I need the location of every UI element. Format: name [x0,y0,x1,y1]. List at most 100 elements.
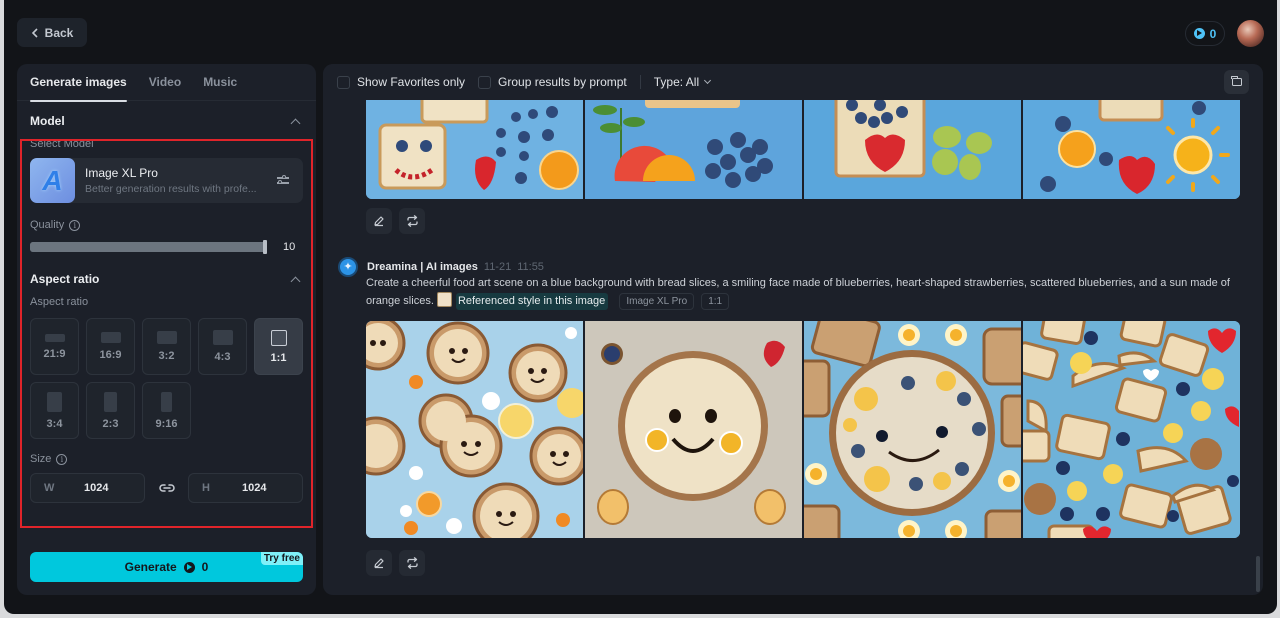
select-model-label: Select Model [30,138,94,150]
ratio-option-16-9[interactable]: 16:9 [86,318,135,375]
ratio-option-3-2[interactable]: 3:2 [142,318,191,375]
quality-label: Quality [30,219,65,231]
tab-music[interactable]: Music [203,64,237,101]
quality-slider-handle[interactable] [263,240,267,254]
group-by-prompt-toggle[interactable]: Group results by prompt [478,75,627,89]
result-image[interactable] [366,100,583,199]
results-panel: Show Favorites only Group results by pro… [323,64,1263,595]
quality-slider[interactable] [30,240,267,254]
model-section-header[interactable]: Model [17,101,316,141]
prompt-block: Create a cheerful food art scene on a bl… [366,275,1246,310]
previous-result-images [366,100,1240,199]
ratio-option-9-16[interactable]: 9:16 [142,382,191,439]
ratio-label: 9:16 [155,417,178,430]
quality-label-row: Quality i [17,219,316,231]
group-checkbox[interactable] [478,75,492,89]
ratio-label: 3:4 [46,417,63,430]
ratio-shape-icon [156,331,177,344]
ratio-shape-icon [100,332,121,343]
favorites-label: Show Favorites only [357,75,466,89]
generate-label: Generate [124,560,177,574]
repeat-icon [406,557,418,569]
quality-slider-row: 10 [17,240,316,254]
toolbar-divider [639,75,641,89]
folder-icon [1231,76,1242,86]
ratio-label: 4:3 [214,351,231,363]
reference-image-thumbnail[interactable] [436,292,452,307]
credits-count: 0 [1209,26,1217,41]
dreamina-bot-icon: ✦ [338,257,358,277]
results-scrollbar[interactable] [1256,556,1260,592]
model-description: Better generation results with profe... [85,183,257,195]
pencil-icon [374,216,384,227]
ratio-option-4-3[interactable]: 4:3 [198,318,247,375]
result-image[interactable] [1023,321,1240,538]
generation-header: ✦ Dreamina | AI images 11-21 11:55 [338,257,544,277]
credit-coin-icon [183,561,195,573]
quality-value: 10 [283,241,296,253]
ratio-label: 2:3 [102,417,119,430]
aspect-section-title: Aspect ratio [30,272,100,286]
width-value: 1024 [84,482,109,494]
info-icon[interactable]: i [56,453,68,465]
regenerate-button[interactable] [399,208,425,234]
ratio-label: 3:2 [158,350,175,362]
ratio-option-2-3[interactable]: 2:3 [86,382,135,439]
reference-style-chip[interactable]: Referenced style in this image [455,293,609,310]
ratio-option-3-4[interactable]: 3:4 [30,382,79,439]
size-inputs: W 1024 H 1024 [17,473,316,503]
height-input[interactable]: H 1024 [188,473,303,503]
aspect-ratio-label: Aspect ratio [30,296,89,308]
result-image[interactable] [804,321,1021,538]
ratio-shape-icon [212,330,233,345]
ratio-option-21-9[interactable]: 21:9 [30,318,79,375]
bot-name: Dreamina | AI images [367,261,478,273]
favorites-checkbox[interactable] [337,75,350,89]
result-image[interactable] [804,100,1021,199]
pencil-icon [374,558,384,569]
edit-prompt-button[interactable] [366,550,392,576]
credits-indicator[interactable]: 0 [1185,21,1225,46]
ratio-shape-icon [47,391,62,412]
info-icon[interactable]: i [69,219,81,231]
ratio-shape-icon [44,333,65,342]
credit-coin-icon [1193,28,1205,39]
model-logo: A [30,158,75,203]
result-image[interactable] [366,321,583,538]
size-label-row: Size i [17,453,316,465]
width-input[interactable]: W 1024 [30,473,145,503]
ratio-option-1-1[interactable]: 1:1 [254,318,303,375]
show-favorites-toggle[interactable]: Show Favorites only [337,75,465,89]
assets-folder-button[interactable] [1224,70,1249,94]
generate-button[interactable]: Generate 0 Try free [30,552,303,582]
type-filter-label: Type: All [653,75,700,89]
height-value: 1024 [242,482,267,494]
result-image[interactable] [1023,100,1240,199]
edit-prompt-button[interactable] [366,208,392,234]
chevron-down-icon [704,76,712,85]
link-dimensions-icon[interactable] [145,483,188,493]
user-avatar[interactable] [1237,20,1264,47]
current-result-images [366,321,1240,538]
model-section-title: Model [30,114,65,128]
tab-generate-images[interactable]: Generate images [30,64,127,102]
type-filter-dropdown[interactable]: Type: All [653,75,712,89]
try-free-badge: Try free [260,552,303,565]
generation-date: 11-21 [483,261,512,273]
result-image[interactable] [585,100,802,199]
chevron-up-icon[interactable] [290,276,301,286]
chevron-up-icon[interactable] [290,118,301,128]
repeat-icon [406,215,418,227]
ratio-label: 21:9 [43,347,66,360]
settings-sliders-icon[interactable] [277,174,289,186]
result-image[interactable] [585,321,802,538]
tab-video[interactable]: Video [149,64,181,101]
aspect-ratio-options: 21:9 16:9 3:2 4:3 1:1 3:4 2:3 9:16 [17,318,316,439]
model-name: Image XL Pro [85,166,158,180]
model-selector[interactable]: A Image XL Pro Better generation results… [30,158,303,203]
generate-cost: 0 [201,560,209,574]
aspect-section-header[interactable]: Aspect ratio [17,259,316,299]
back-button[interactable]: Back [17,18,87,47]
regenerate-button[interactable] [399,550,425,576]
model-logo-glyph: A [42,164,63,196]
